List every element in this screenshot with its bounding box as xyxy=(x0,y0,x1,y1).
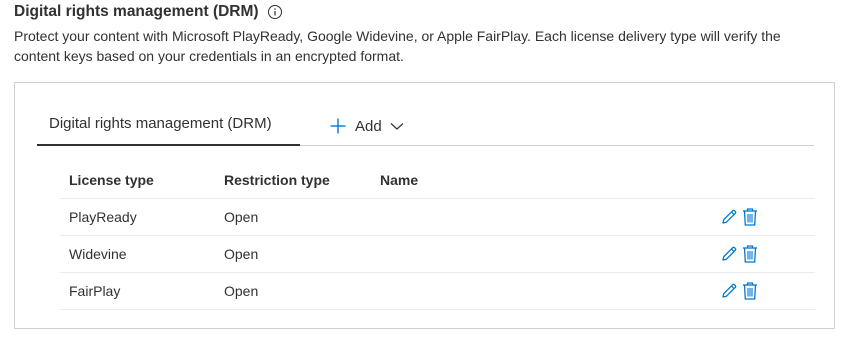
table-row[interactable]: FairPlay Open xyxy=(60,273,815,310)
plus-icon xyxy=(329,117,347,135)
row-actions xyxy=(720,273,759,309)
row-actions xyxy=(720,236,759,272)
delete-icon[interactable] xyxy=(741,281,759,301)
row-actions xyxy=(720,199,759,235)
tab-active-indicator xyxy=(37,144,300,146)
restriction-type-cell: Open xyxy=(224,209,259,225)
section-description: Protect your content with Microsoft Play… xyxy=(14,28,781,64)
table-row[interactable]: Widevine Open xyxy=(60,236,815,273)
license-type-cell: PlayReady xyxy=(69,209,137,225)
column-header-license-type[interactable]: License type xyxy=(69,161,154,198)
delete-icon[interactable] xyxy=(741,207,759,227)
tab-drm[interactable]: Digital rights management (DRM) xyxy=(37,113,300,146)
column-header-restriction-type[interactable]: Restriction type xyxy=(224,161,330,198)
license-table: License type Restriction type Name PlayR… xyxy=(60,161,815,310)
section-header: Digital rights management (DRM) xyxy=(14,3,283,21)
tab-bar: Digital rights management (DRM) Add xyxy=(37,113,814,146)
edit-icon[interactable] xyxy=(720,281,738,301)
chevron-down-icon xyxy=(390,121,404,131)
table-row[interactable]: PlayReady Open xyxy=(60,199,815,236)
section-title: Digital rights management (DRM) xyxy=(14,3,259,20)
tab-drm-label: Digital rights management (DRM) xyxy=(49,115,272,132)
column-header-name[interactable]: Name xyxy=(380,161,418,198)
edit-icon[interactable] xyxy=(720,207,738,227)
drm-panel: Digital rights management (DRM) Add Lice… xyxy=(14,82,835,329)
license-type-cell: Widevine xyxy=(69,246,127,262)
restriction-type-cell: Open xyxy=(224,283,259,299)
edit-icon[interactable] xyxy=(720,244,738,264)
delete-icon[interactable] xyxy=(741,244,759,264)
info-icon[interactable] xyxy=(267,4,283,20)
add-button[interactable]: Add xyxy=(329,115,404,137)
restriction-type-cell: Open xyxy=(224,246,259,262)
table-header-row: License type Restriction type Name xyxy=(60,161,815,199)
add-button-label: Add xyxy=(355,117,382,135)
license-type-cell: FairPlay xyxy=(69,283,121,299)
